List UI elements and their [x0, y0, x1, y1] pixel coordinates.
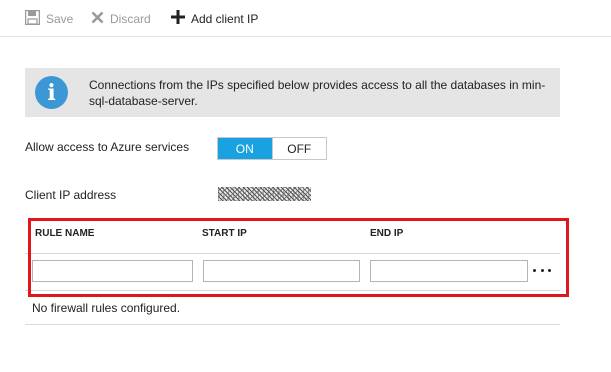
client-ip-label: Client IP address [25, 188, 117, 202]
close-icon [91, 11, 104, 27]
plus-icon [171, 10, 185, 27]
table-bottom-divider [25, 324, 560, 325]
command-bar: Save Discard Add client IP [0, 0, 611, 37]
annotation-highlight-box [28, 218, 569, 297]
toggle-off-option[interactable]: OFF [271, 138, 326, 159]
save-icon [24, 9, 41, 28]
add-client-ip-button[interactable]: Add client IP [171, 0, 258, 37]
client-ip-value-redacted [218, 187, 311, 201]
info-icon: i [35, 76, 68, 109]
save-button[interactable]: Save [24, 0, 74, 37]
azure-access-label: Allow access to Azure services [25, 140, 190, 154]
save-label: Save [46, 11, 74, 26]
empty-rules-message: No firewall rules configured. [32, 301, 181, 315]
discard-button[interactable]: Discard [91, 0, 151, 37]
info-banner: i Connections from the IPs specified bel… [25, 68, 560, 117]
azure-access-toggle[interactable]: ON OFF [217, 137, 327, 160]
toggle-on-option[interactable]: ON [218, 138, 272, 159]
info-banner-text: Connections from the IPs specified below… [89, 78, 546, 108]
discard-label: Discard [110, 11, 151, 26]
add-client-ip-label: Add client IP [191, 11, 259, 26]
